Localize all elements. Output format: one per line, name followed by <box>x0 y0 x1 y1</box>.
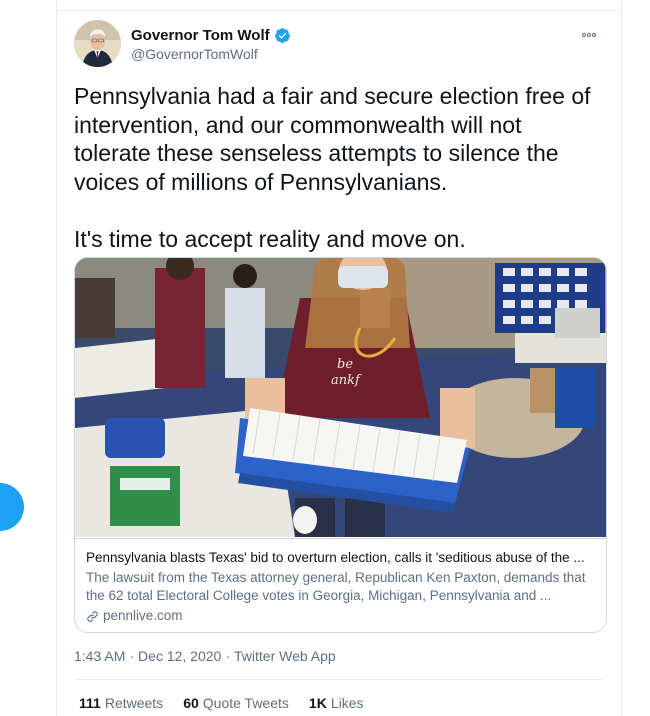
retweets-label: Retweets <box>104 695 164 711</box>
tweet-stats: 111 Retweets 60 Quote Tweets 1K Likes <box>79 695 364 711</box>
meta-separator: · <box>225 648 231 664</box>
svg-text:be: be <box>337 357 353 372</box>
link-card[interactable]: be ankf Pennsylvania blasts Texas' bid t… <box>74 257 607 633</box>
card-domain: pennlive.com <box>103 608 183 623</box>
retweets-stat[interactable]: 111 Retweets <box>79 695 163 711</box>
retweets-count: 111 <box>79 695 101 711</box>
card-description: The lawsuit from the Texas attorney gene… <box>86 570 586 603</box>
divider <box>74 679 604 680</box>
tweet-text: Pennsylvania had a fair and secure elect… <box>74 83 591 252</box>
avatar[interactable] <box>74 20 121 67</box>
likes-stat[interactable]: 1K Likes <box>309 695 364 711</box>
avatar-image <box>74 20 121 67</box>
display-name-row: Governor Tom Wolf <box>131 27 291 44</box>
card-image[interactable]: be ankf <box>75 258 606 537</box>
more-dot <box>582 33 586 37</box>
tweet-time[interactable]: 1:43 AM <box>74 648 125 664</box>
tweet-header: Governor Tom Wolf @GovernorTomWolf <box>74 20 604 68</box>
author-names: Governor Tom Wolf @GovernorTomWolf <box>131 27 291 62</box>
quote-tweets-stat[interactable]: 60 Quote Tweets <box>183 695 289 711</box>
meta-separator: · <box>129 648 135 664</box>
quote-tweets-label: Quote Tweets <box>202 695 289 711</box>
likes-label: Likes <box>330 695 364 711</box>
more-options-icon[interactable] <box>578 28 600 42</box>
tweet-meta: 1:43 AM · Dec 12, 2020 · Twitter Web App <box>74 648 336 664</box>
card-domain-row: pennlive.com <box>86 607 595 625</box>
card-title: Pennsylvania blasts Texas' bid to overtu… <box>86 550 585 565</box>
svg-text:ankf: ankf <box>331 373 362 388</box>
author-handle[interactable]: @GovernorTomWolf <box>131 46 291 62</box>
compose-tweet-button[interactable] <box>0 483 24 531</box>
likes-count: 1K <box>308 695 327 711</box>
tweet: Governor Tom Wolf @GovernorTomWolf Penns… <box>57 11 621 716</box>
tweet-date[interactable]: Dec 12, 2020 <box>138 648 221 664</box>
column-border-right <box>621 0 622 716</box>
article-photo: be ankf <box>75 258 606 537</box>
card-body[interactable]: Pennsylvania blasts Texas' bid to overtu… <box>75 538 606 632</box>
quote-tweets-count: 60 <box>183 695 199 711</box>
more-dot <box>592 33 596 37</box>
tweet-source[interactable]: Twitter Web App <box>234 648 336 664</box>
link-icon <box>87 610 98 622</box>
verified-badge-icon <box>274 28 290 43</box>
display-name[interactable]: Governor Tom Wolf <box>131 27 270 44</box>
more-dot <box>587 33 591 37</box>
